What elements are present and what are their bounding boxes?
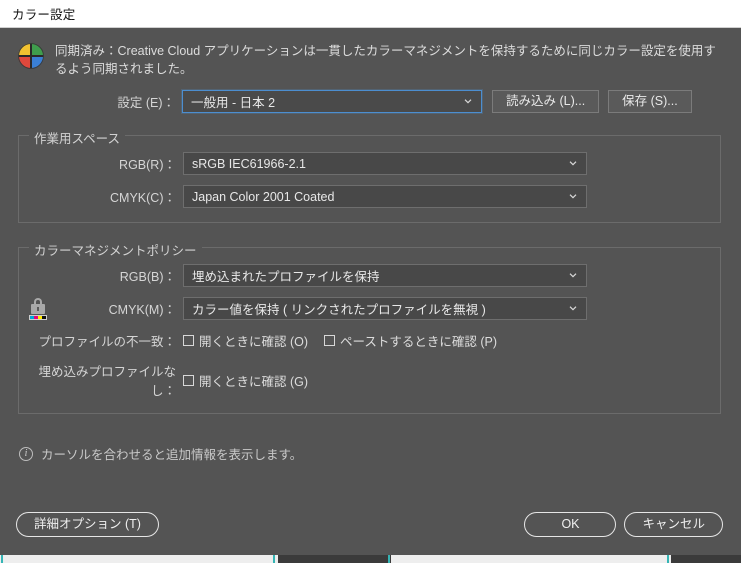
policy-rgb-row: RGB(B)： 埋め込まれたプロファイルを保持	[19, 264, 720, 287]
window-title: カラー設定	[12, 8, 76, 22]
chevron-down-icon	[569, 271, 577, 279]
background-window-strip	[0, 555, 741, 563]
policy-cmyk-row: CMYK(M)： カラー値を保持 ( リンクされたプロファイルを無視 )	[19, 297, 720, 320]
checkbox-label: ペーストするときに確認 (P)	[340, 335, 498, 349]
working-space-rgb-row: RGB(R)： sRGB IEC61966-2.1	[19, 152, 720, 175]
policy-rgb-value: 埋め込まれたプロファイルを保持	[192, 270, 380, 284]
working-space-rgb-value: sRGB IEC61966-2.1	[192, 156, 306, 171]
settings-label: 設定 (E)：	[117, 96, 175, 110]
info-circle-icon: i	[19, 446, 33, 461]
checkbox-ask-when-opening-missing[interactable]: 開くときに確認 (G)	[183, 371, 308, 390]
working-space-rgb-label: RGB(R)：	[119, 158, 176, 172]
checkbox-box[interactable]	[183, 374, 194, 386]
info-row: i カーソルを合わせると追加情報を表示します。	[0, 444, 741, 463]
color-management-policies-group: カラーマネジメントポリシー RGB(B)： 埋め込まれたプロファイルを保持 CM…	[18, 240, 721, 414]
working-space-cmyk-row: CMYK(C)： Japan Color 2001 Coated	[19, 185, 720, 208]
checkbox-box[interactable]	[324, 335, 336, 346]
checkbox-label: 開くときに確認 (G)	[199, 374, 309, 389]
advanced-options-button[interactable]: 詳細オプション (T)	[16, 512, 159, 537]
checkbox-box[interactable]	[183, 335, 194, 346]
ok-button[interactable]: OK	[524, 512, 617, 537]
dialog-body: 同期済み：Creative Cloud アプリケーションは一貫したカラーマネジメ…	[0, 28, 741, 555]
sync-banner: 同期済み：Creative Cloud アプリケーションは一貫したカラーマネジメ…	[0, 28, 741, 78]
missing-profile-label: 埋め込みプロファイルなし：	[38, 365, 176, 398]
settings-row: 設定 (E)： 一般用 - 日本 2 読み込み (L)... 保存 (S)...	[0, 90, 741, 113]
working-space-cmyk-label: CMYK(C)：	[110, 191, 176, 205]
working-space-rgb-dropdown[interactable]: sRGB IEC61966-2.1	[183, 152, 587, 175]
policy-rgb-label: RGB(B)：	[119, 270, 176, 284]
color-settings-dialog: カラー設定 同期済み：Creative Cloud アプリケーションは一貫したカ…	[0, 0, 741, 563]
settings-preset-value: 一般用 - 日本 2	[191, 96, 276, 110]
save-settings-button[interactable]: 保存 (S)...	[608, 90, 692, 113]
import-settings-button[interactable]: 読み込み (L)...	[492, 90, 600, 113]
policy-rgb-dropdown[interactable]: 埋め込まれたプロファイルを保持	[183, 264, 587, 287]
working-spaces-group: 作業用スペース RGB(R)： sRGB IEC61966-2.1 CMYK(C…	[18, 128, 721, 223]
creative-cloud-sync-icon	[18, 43, 44, 69]
cancel-button[interactable]: キャンセル	[624, 512, 723, 537]
cmyk-lock-icon	[28, 297, 48, 320]
chevron-down-icon	[569, 192, 577, 200]
policy-cmyk-value: カラー値を保持 ( リンクされたプロファイルを無視 )	[192, 303, 486, 317]
chevron-down-icon	[569, 304, 577, 312]
policies-title: カラーマネジメントポリシー	[29, 240, 202, 259]
profile-mismatch-row: プロファイルの不一致： 開くときに確認 (O) ペーストするときに確認 (P)	[19, 331, 720, 350]
dialog-footer: 詳細オプション (T) OK キャンセル	[0, 512, 741, 537]
titlebar: カラー設定	[0, 0, 741, 28]
working-space-cmyk-dropdown[interactable]: Japan Color 2001 Coated	[183, 185, 587, 208]
checkbox-ask-when-pasting[interactable]: ペーストするときに確認 (P)	[324, 331, 497, 350]
policy-cmyk-dropdown[interactable]: カラー値を保持 ( リンクされたプロファイルを無視 )	[183, 297, 587, 320]
chevron-down-icon	[569, 159, 577, 167]
missing-profile-row: 埋め込みプロファイルなし： 開くときに確認 (G)	[19, 361, 720, 399]
info-text: カーソルを合わせると追加情報を表示します。	[41, 448, 303, 462]
checkbox-ask-when-opening-mismatch[interactable]: 開くときに確認 (O)	[183, 331, 308, 350]
settings-preset-dropdown[interactable]: 一般用 - 日本 2	[182, 90, 482, 113]
sync-message: 同期済み：Creative Cloud アプリケーションは一貫したカラーマネジメ…	[55, 44, 716, 76]
working-spaces-title: 作業用スペース	[29, 128, 126, 147]
profile-mismatch-label: プロファイルの不一致：	[38, 335, 176, 349]
chevron-down-icon	[464, 97, 472, 105]
working-space-cmyk-value: Japan Color 2001 Coated	[192, 189, 335, 204]
checkbox-label: 開くときに確認 (O)	[199, 335, 309, 349]
